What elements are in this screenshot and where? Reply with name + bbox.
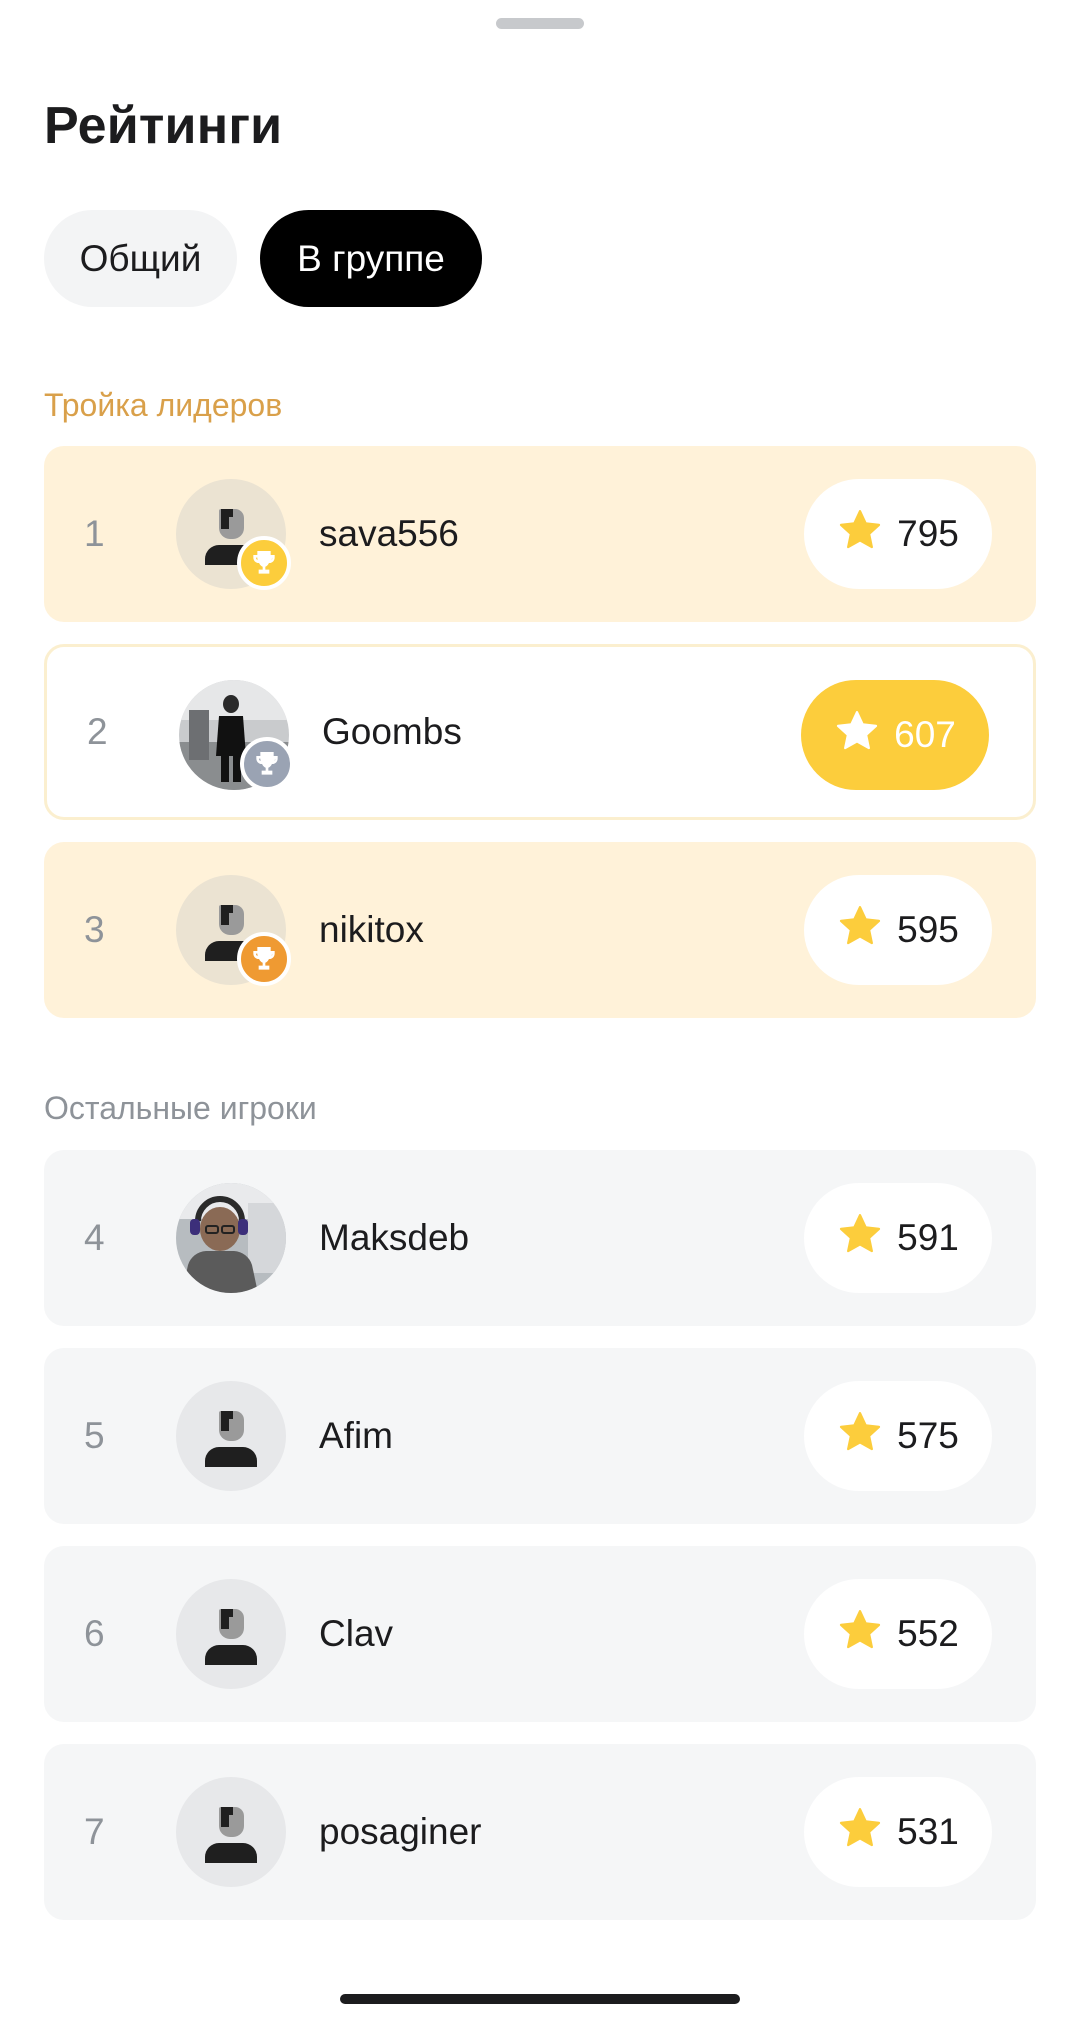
star-icon bbox=[837, 1211, 883, 1266]
player-name: Clav bbox=[319, 1613, 394, 1654]
trophy-gold-icon bbox=[237, 536, 291, 590]
leaders-section-label: Тройка лидеров bbox=[44, 387, 283, 423]
score-value: 575 bbox=[897, 1415, 959, 1456]
player-row[interactable]: 2 Goombs 607 bbox=[44, 644, 1036, 820]
score-value: 531 bbox=[897, 1811, 959, 1852]
score-pill: 575 bbox=[804, 1381, 992, 1491]
tab-bar: Общий В группе bbox=[44, 210, 482, 307]
leaders-list: 1 sava556 795 2 Goombs 607 3 nikitox 595 bbox=[44, 446, 1036, 1040]
page-title: Рейтинги bbox=[44, 97, 283, 155]
trophy-bronze-icon bbox=[237, 932, 291, 986]
star-icon bbox=[837, 1805, 883, 1860]
score-pill: 531 bbox=[804, 1777, 992, 1887]
rank-number: 1 bbox=[84, 513, 105, 554]
others-list: 4 Maksdeb 591 5 Afim 575 6 Clav 552 7 po… bbox=[44, 1150, 1036, 1942]
score-pill: 795 bbox=[804, 479, 992, 589]
player-row[interactable]: 7 posaginer 531 bbox=[44, 1744, 1036, 1920]
rank-number: 7 bbox=[84, 1811, 105, 1852]
player-row[interactable]: 5 Afim 575 bbox=[44, 1348, 1036, 1524]
star-icon bbox=[837, 1409, 883, 1464]
player-row[interactable]: 6 Clav 552 bbox=[44, 1546, 1036, 1722]
trophy-silver-icon bbox=[240, 737, 294, 791]
avatar-default-person-icon bbox=[176, 1579, 286, 1689]
score-value: 591 bbox=[897, 1217, 959, 1258]
rank-number: 6 bbox=[84, 1613, 105, 1654]
rank-number: 2 bbox=[87, 711, 108, 752]
star-icon bbox=[837, 903, 883, 958]
player-name: sava556 bbox=[319, 513, 459, 554]
score-value: 607 bbox=[894, 714, 956, 755]
player-name: Maksdeb bbox=[319, 1217, 470, 1258]
player-row[interactable]: 3 nikitox 595 bbox=[44, 842, 1036, 1018]
score-pill: 595 bbox=[804, 875, 992, 985]
rank-number: 3 bbox=[84, 909, 105, 950]
star-icon bbox=[837, 507, 883, 562]
tab-general[interactable]: Общий bbox=[44, 210, 237, 307]
avatar-default-person-icon bbox=[176, 1381, 286, 1491]
avatar-default-person-icon bbox=[176, 1777, 286, 1887]
score-pill: 607 bbox=[801, 680, 989, 790]
tab-in-group[interactable]: В группе bbox=[260, 210, 482, 307]
star-icon bbox=[834, 708, 880, 763]
player-name: Afim bbox=[319, 1415, 393, 1456]
score-pill: 591 bbox=[804, 1183, 992, 1293]
star-icon bbox=[837, 1607, 883, 1662]
home-indicator bbox=[340, 1994, 740, 2004]
rank-number: 5 bbox=[84, 1415, 105, 1456]
player-row[interactable]: 4 Maksdeb 591 bbox=[44, 1150, 1036, 1326]
player-name: posaginer bbox=[319, 1811, 482, 1852]
score-value: 552 bbox=[897, 1613, 959, 1654]
rank-number: 4 bbox=[84, 1217, 105, 1258]
avatar-photo bbox=[176, 1183, 286, 1293]
player-row[interactable]: 1 sava556 795 bbox=[44, 446, 1036, 622]
score-value: 595 bbox=[897, 909, 959, 950]
others-section-label: Остальные игроки bbox=[44, 1090, 317, 1126]
score-value: 795 bbox=[897, 513, 959, 554]
player-name: Goombs bbox=[322, 711, 462, 752]
score-pill: 552 bbox=[804, 1579, 992, 1689]
player-name: nikitox bbox=[319, 909, 424, 950]
sheet-drag-handle[interactable] bbox=[496, 18, 584, 29]
